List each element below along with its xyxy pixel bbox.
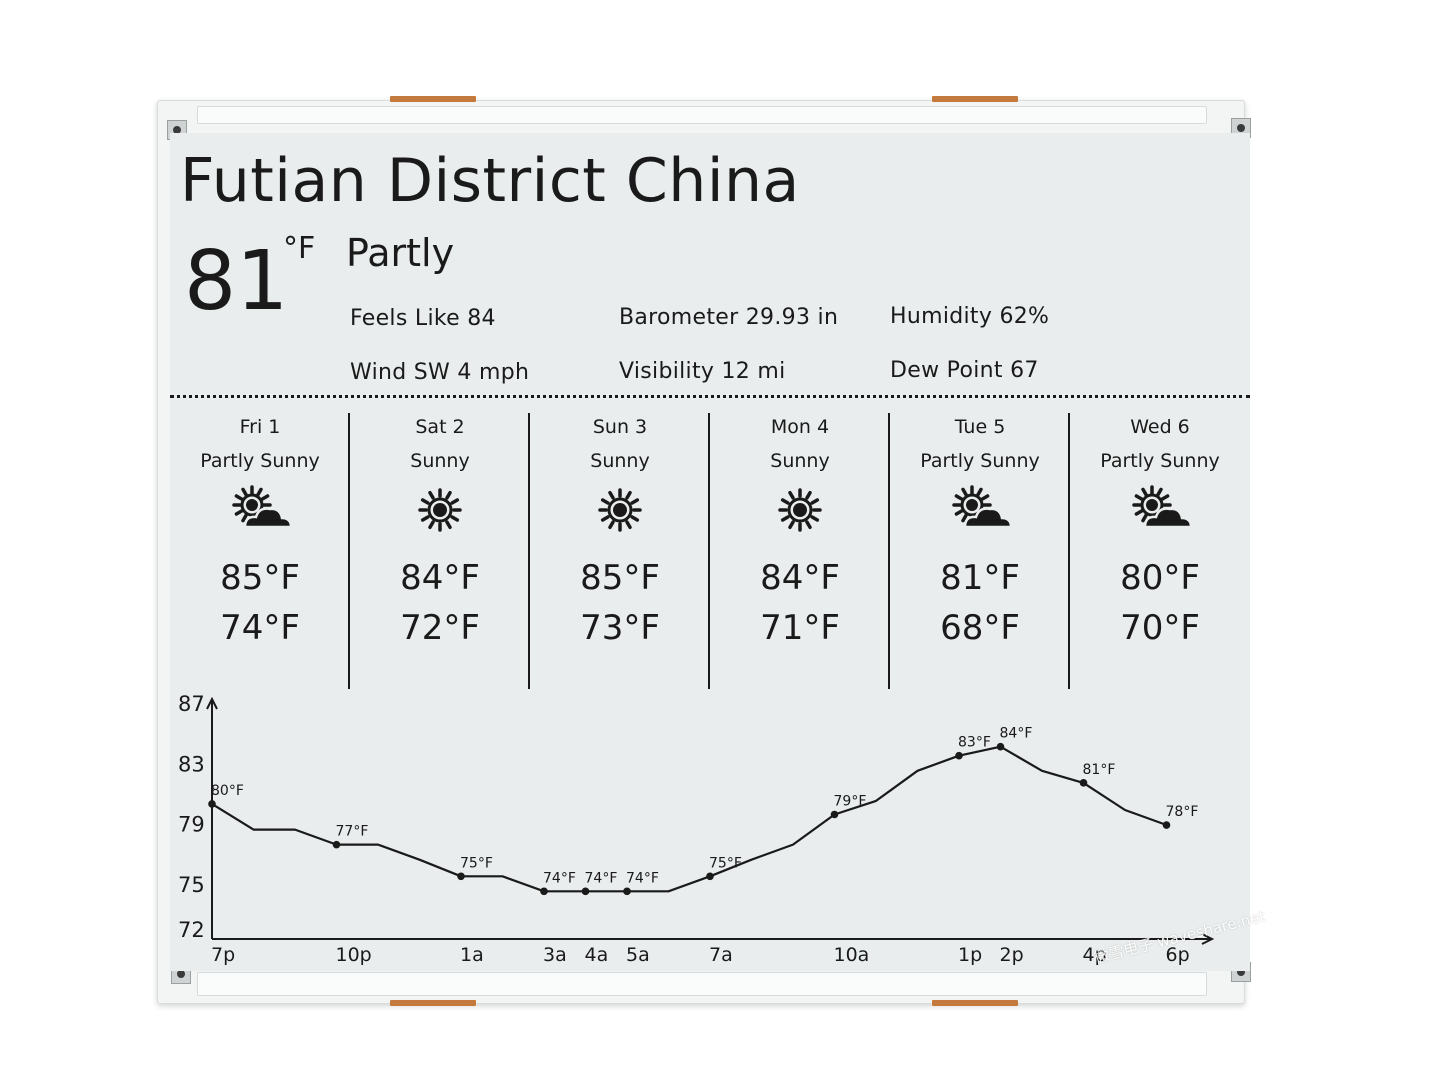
data-label: 74°F <box>543 870 576 886</box>
data-point <box>830 810 839 819</box>
location-title: Futian District China <box>180 146 800 216</box>
weather-display: Futian District China 81 °F Partly Feels… <box>170 133 1250 971</box>
current-condition: Partly <box>346 231 455 275</box>
forecast-day: Tue 5 Partly Sunny 81°F 68°F <box>890 413 1070 689</box>
forecast-high: 85°F <box>580 558 660 598</box>
data-point <box>996 742 1005 751</box>
x-tick-label: 2p <box>1000 944 1024 966</box>
top-frame-rail <box>197 106 1207 124</box>
partly-sunny-icon <box>232 485 293 529</box>
y-tick-label: 72 <box>178 918 205 942</box>
data-label: 77°F <box>336 824 369 840</box>
connector-tab <box>932 1000 1018 1006</box>
y-tick-label: 83 <box>178 752 205 776</box>
data-point <box>1162 821 1171 829</box>
forecast-high: 81°F <box>940 558 1020 598</box>
sun-icon <box>598 488 642 532</box>
humidity: Humidity 62% <box>890 304 1050 329</box>
y-tick-label: 79 <box>178 813 205 837</box>
data-point <box>540 887 548 896</box>
data-label: 83°F <box>958 735 991 751</box>
temperature-unit: °F <box>283 231 316 266</box>
forecast-day-name: Wed 6 <box>1130 416 1190 438</box>
hourly-temperature-chart: 72757983877p 10p 1a 3a 4a 5a 7a 10a 1p 2p 4p 6p80°F… <box>178 693 1215 966</box>
x-tick-label: 4a <box>585 944 609 966</box>
data-point <box>581 887 590 896</box>
data-point <box>332 840 341 849</box>
forecast-condition: Sunny <box>590 450 650 472</box>
forecast-high: 84°F <box>760 558 840 598</box>
photo-stage: Futian District China 81 °F Partly Feels… <box>0 0 1440 1080</box>
forecast-day: Wed 6 Partly Sunny 80°F 70°F <box>1070 413 1250 689</box>
data-label: 79°F <box>834 793 867 809</box>
x-tick-label: 1p <box>958 944 982 966</box>
forecast-condition: Partly Sunny <box>920 450 1040 472</box>
forecast-day: Fri 1 Partly Sunny 85°F 74°F <box>170 413 350 689</box>
connector-tab <box>932 96 1018 102</box>
barometer: Barometer 29.93 in <box>619 305 839 330</box>
forecast-condition: Partly Sunny <box>200 450 320 472</box>
x-tick-label: 10p <box>336 944 372 966</box>
forecast-day-name: Sat 2 <box>415 416 465 438</box>
forecast-day-name: Mon 4 <box>770 416 830 438</box>
forecast-condition: Sunny <box>410 450 470 472</box>
forecast-day-name: Sun 3 <box>592 416 648 438</box>
data-point <box>623 887 631 896</box>
data-label: 74°F <box>626 870 659 886</box>
x-tick-label: 7p <box>211 944 235 966</box>
y-tick-label: 87 <box>178 693 205 716</box>
forecast-low: 73°F <box>580 608 660 648</box>
forecast-low: 74°F <box>220 608 300 648</box>
data-label: 80°F <box>211 783 244 799</box>
data-label: 75°F <box>460 855 493 871</box>
data-point <box>706 872 714 881</box>
forecast-high: 84°F <box>400 558 480 598</box>
forecast-low: 72°F <box>400 608 480 648</box>
temperature-line <box>211 745 1167 893</box>
data-point <box>955 751 963 760</box>
x-tick-label: 3a <box>543 944 567 966</box>
sun-icon <box>778 488 822 532</box>
y-tick-label: 75 <box>178 873 205 897</box>
sun-icon <box>418 488 462 532</box>
x-tick-label: 10a <box>834 944 870 966</box>
forecast-high: 80°F <box>1120 558 1200 598</box>
partly-sunny-icon <box>952 485 1013 529</box>
forecast-day: Sun 3 Sunny 85°F 73°F <box>530 413 710 689</box>
data-point <box>1079 779 1088 787</box>
forecast-day: Sat 2 Sunny 84°F 72°F <box>350 413 530 689</box>
partly-sunny-icon <box>1132 485 1193 529</box>
forecast-high: 85°F <box>220 558 300 598</box>
data-label: 75°F <box>709 855 742 871</box>
forecast-low: 68°F <box>940 608 1020 648</box>
data-label: 78°F <box>1166 804 1199 820</box>
bottom-frame-rail <box>197 972 1207 996</box>
data-label: 74°F <box>585 870 618 886</box>
forecast-condition: Sunny <box>770 450 830 472</box>
current-temperature: 81 <box>184 234 289 329</box>
dew-point: Dew Point 67 <box>890 358 1039 383</box>
x-tick-label: 5a <box>626 944 650 966</box>
data-label: 84°F <box>1000 726 1033 742</box>
forecast-low: 71°F <box>760 608 840 648</box>
forecast-day: Mon 4 Sunny 84°F 71°F <box>710 413 890 689</box>
forecast-low: 70°F <box>1120 608 1200 648</box>
visibility: Visibility 12 mi <box>619 359 786 384</box>
wind: Wind SW 4 mph <box>350 360 530 385</box>
feels-like: Feels Like 84 <box>350 306 496 331</box>
connector-tab <box>390 1000 476 1006</box>
forecast-day-name: Fri 1 <box>239 416 281 438</box>
forecast-condition: Partly Sunny <box>1100 450 1220 472</box>
x-tick-label: 1a <box>460 944 484 966</box>
data-point <box>208 800 216 808</box>
x-tick-label: 7a <box>709 944 733 966</box>
data-label: 81°F <box>1083 762 1116 778</box>
forecast-day-name: Tue 5 <box>954 416 1006 438</box>
data-point <box>457 872 465 881</box>
dotted-divider <box>170 395 1250 398</box>
connector-tab <box>390 96 476 102</box>
